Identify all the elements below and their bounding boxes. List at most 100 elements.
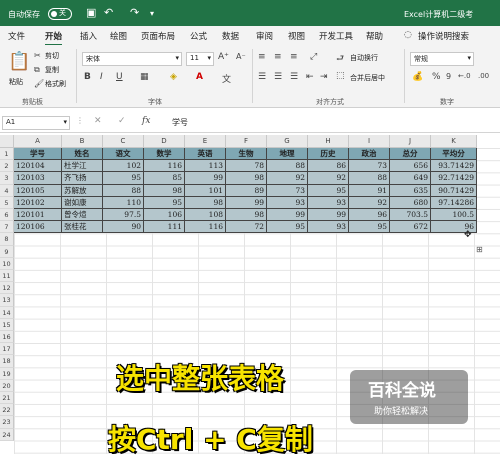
column-header[interactable]: B (62, 135, 103, 148)
table-header-cell[interactable]: 生物 (226, 148, 267, 161)
row-header[interactable]: 14 (0, 306, 14, 319)
table-cell[interactable]: 88 (267, 160, 308, 173)
comma-icon[interactable]: 9 (446, 72, 451, 81)
merge-center-button[interactable]: 合并后居中 (350, 73, 385, 83)
redo-icon[interactable]: ↷ (130, 6, 139, 19)
row-header[interactable]: 18 (0, 355, 14, 368)
table-header-cell[interactable]: 姓名 (62, 148, 103, 161)
formula-content[interactable]: 学号 (172, 117, 188, 128)
row-header[interactable]: 17 (0, 343, 14, 356)
align-middle-icon[interactable]: ≡ (274, 52, 282, 62)
column-header[interactable]: I (349, 135, 390, 148)
column-header[interactable]: A (14, 135, 62, 148)
copy-icon[interactable]: ⧉ (34, 65, 40, 75)
align-right-icon[interactable]: ☰ (290, 72, 298, 82)
row-header[interactable]: 15 (0, 318, 14, 331)
table-cell[interactable]: 92 (349, 196, 390, 209)
table-cell[interactable]: 93.71429 (431, 160, 477, 173)
table-header-cell[interactable]: 学号 (14, 148, 62, 161)
increase-decimal-icon[interactable]: ←.0 (458, 72, 471, 80)
row-header[interactable]: 4 (0, 184, 14, 197)
tell-me-search[interactable]: 操作说明搜索 (418, 30, 469, 42)
column-header[interactable]: G (267, 135, 308, 148)
table-cell[interactable]: 89 (226, 184, 267, 197)
table-cell[interactable]: 73 (267, 184, 308, 197)
insert-function-icon[interactable]: fx (142, 116, 150, 126)
table-cell[interactable]: 635 (390, 184, 431, 197)
table-cell[interactable]: 116 (185, 221, 226, 234)
table-cell[interactable]: 106 (144, 209, 185, 222)
font-size-select[interactable]: 11 ▾ (186, 52, 214, 66)
table-cell[interactable]: 96 (349, 209, 390, 222)
autosave-toggle[interactable]: 关 (48, 8, 72, 20)
table-cell[interactable]: 100.5 (431, 209, 477, 222)
font-name-select[interactable]: 宋体 ▾ (82, 52, 182, 66)
table-cell[interactable]: 78 (226, 160, 267, 173)
column-header[interactable]: D (144, 135, 185, 148)
row-header[interactable]: 1 (0, 148, 14, 161)
table-cell[interactable]: 102 (103, 160, 144, 173)
table-cell[interactable]: 99 (308, 209, 349, 222)
tab-draw[interactable]: 绘图 (110, 30, 127, 42)
table-cell[interactable]: 98 (226, 209, 267, 222)
table-cell[interactable]: 88 (349, 172, 390, 185)
phonetic-icon[interactable]: 文 (222, 72, 231, 85)
row-header[interactable]: 24 (0, 428, 14, 441)
align-center-icon[interactable]: ☰ (274, 72, 282, 82)
table-cell[interactable]: 95 (349, 221, 390, 234)
table-cell[interactable]: 672 (390, 221, 431, 234)
customize-qat-icon[interactable]: ▾ (150, 9, 154, 18)
table-cell[interactable]: 99 (267, 209, 308, 222)
table-cell[interactable]: 93 (308, 196, 349, 209)
table-cell[interactable]: 95 (267, 221, 308, 234)
table-cell[interactable]: 99 (185, 172, 226, 185)
cancel-icon[interactable]: ✕ (94, 116, 102, 126)
column-header[interactable]: J (390, 135, 431, 148)
row-header[interactable]: 5 (0, 196, 14, 209)
enter-icon[interactable]: ✓ (118, 116, 126, 126)
table-header-cell[interactable]: 历史 (308, 148, 349, 161)
table-cell[interactable]: 张桂花 (62, 221, 103, 234)
table-cell[interactable]: 98 (144, 184, 185, 197)
quick-analysis-icon[interactable]: ⊞ (476, 245, 483, 254)
row-header[interactable]: 9 (0, 245, 14, 258)
table-header-cell[interactable]: 政治 (349, 148, 390, 161)
table-cell[interactable]: 曾令煊 (62, 209, 103, 222)
table-cell[interactable]: 谢如康 (62, 196, 103, 209)
table-cell[interactable]: 95 (308, 184, 349, 197)
tab-review[interactable]: 审阅 (256, 30, 273, 42)
italic-icon[interactable]: I (100, 72, 103, 82)
format-painter-button[interactable]: 格式刷 (45, 79, 66, 89)
row-header[interactable]: 10 (0, 257, 14, 270)
undo-icon[interactable]: ↶ (104, 6, 113, 19)
decrease-font-icon[interactable]: A⁻ (236, 52, 246, 61)
table-cell[interactable]: 93 (308, 221, 349, 234)
row-header[interactable]: 13 (0, 294, 14, 307)
row-header[interactable]: 7 (0, 221, 14, 234)
align-left-icon[interactable]: ☰ (258, 72, 266, 82)
underline-icon[interactable]: U (116, 72, 123, 82)
cut-icon[interactable]: ✂ (34, 51, 41, 60)
decrease-decimal-icon[interactable]: .00 (478, 72, 489, 80)
table-cell[interactable]: 齐飞扬 (62, 172, 103, 185)
table-cell[interactable]: 88 (103, 184, 144, 197)
table-cell[interactable]: 91 (349, 184, 390, 197)
table-cell[interactable]: 656 (390, 160, 431, 173)
table-cell[interactable]: 95 (103, 172, 144, 185)
table-cell[interactable]: 97.5 (103, 209, 144, 222)
tab-home[interactable]: 开始 (45, 30, 63, 46)
orientation-icon[interactable]: ⤢ (310, 52, 317, 62)
row-header[interactable]: 23 (0, 416, 14, 429)
table-cell[interactable]: 92 (267, 172, 308, 185)
fill-color-icon[interactable]: ◈ (170, 72, 177, 82)
wrap-text-button[interactable]: 自动换行 (350, 53, 378, 63)
currency-icon[interactable]: 💰 (412, 72, 423, 82)
table-cell[interactable]: 99 (226, 196, 267, 209)
table-cell[interactable]: 101 (185, 184, 226, 197)
tab-insert[interactable]: 插入 (80, 30, 97, 42)
row-header[interactable]: 2 (0, 160, 14, 173)
table-header-cell[interactable]: 地理 (267, 148, 308, 161)
table-cell[interactable]: 108 (185, 209, 226, 222)
table-cell[interactable]: 90 (103, 221, 144, 234)
table-header-cell[interactable]: 平均分 (431, 148, 477, 161)
